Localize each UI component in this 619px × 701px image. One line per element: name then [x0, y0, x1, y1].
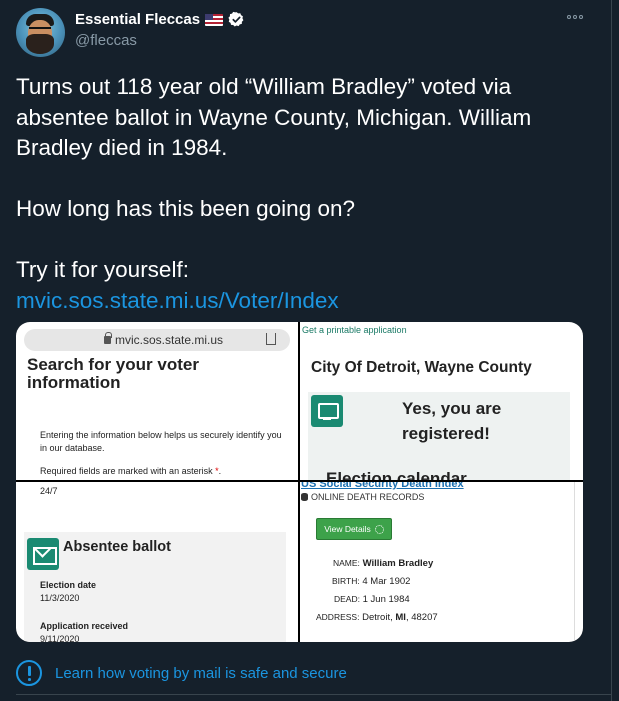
spinner-icon	[374, 524, 384, 534]
record-address-state: MI	[395, 612, 406, 623]
record-address-city: Detroit,	[362, 612, 393, 623]
media-image-absentee[interactable]: 24/7 Absentee ballot Election date 11/3/…	[16, 482, 298, 642]
record-name-label: NAME:	[333, 558, 360, 568]
absentee-ballot-title: Absentee ballot	[63, 539, 171, 555]
voter-search-title: Search for your voter information	[27, 355, 199, 392]
more-dot	[573, 15, 577, 19]
media-image-death-index[interactable]: US Social Security Death Index ONLINE DE…	[300, 482, 583, 642]
voting-info-link[interactable]: Learn how voting by mail is safe and sec…	[55, 665, 347, 682]
more-dot	[567, 15, 571, 19]
death-index-subheader-row: ONLINE DEATH RECORDS	[301, 492, 424, 502]
media-image-voter-search[interactable]: mvic.sos.state.mi.us Search for your vot…	[16, 322, 298, 480]
more-options-icon[interactable]	[564, 8, 586, 26]
tweet: Essential Fleccas @fleccas Turns out 118…	[0, 0, 619, 701]
absentee-ballot-card: Absentee ballot Election date 11/3/2020 …	[24, 532, 286, 642]
tweet-link[interactable]: mvic.sos.state.mi.us/Voter/Index	[16, 286, 339, 316]
view-details-button: View Details	[316, 518, 392, 540]
more-dot	[579, 15, 583, 19]
view-details-label: View Details	[324, 524, 371, 534]
lock-icon	[104, 332, 112, 344]
voter-search-paragraph: Entering the information below helps us …	[40, 430, 282, 453]
divider	[16, 694, 611, 695]
author-handle[interactable]: @fleccas	[75, 32, 137, 49]
election-calendar-heading: Election calendar	[326, 469, 467, 480]
record-dead-label: DEAD:	[334, 594, 360, 604]
tweet-text: Turns out 118 year old “William Bradley”…	[16, 74, 532, 282]
monitor-icon	[311, 395, 343, 427]
record-address: ADDRESS: Detroit, MI, 48207	[316, 612, 438, 623]
share-icon	[266, 333, 276, 345]
record-name-value: William Bradley	[362, 558, 434, 569]
application-received-label: Application received	[40, 621, 129, 631]
author-avatar[interactable]	[16, 8, 65, 57]
city-county-heading: City Of Detroit, Wayne County	[311, 359, 532, 376]
record-address-label: ADDRESS:	[316, 612, 360, 622]
author-name-row[interactable]: Essential Fleccas	[75, 11, 245, 28]
printable-application-link: Get a printable application	[302, 325, 407, 335]
database-icon	[301, 493, 308, 501]
us-flag-icon	[205, 13, 224, 26]
timeline-border	[611, 0, 612, 701]
record-dead-value: 1 Jun 1984	[362, 594, 410, 605]
death-index-subheader: ONLINE DEATH RECORDS	[311, 492, 425, 502]
author-display-name[interactable]: Essential Fleccas	[75, 11, 200, 28]
death-index-header: US Social Security Death Index	[301, 482, 464, 490]
record-birth: BIRTH: 4 Mar 1902	[332, 576, 410, 587]
mail-icon	[27, 538, 59, 570]
required-fields-note: Required fields are marked with an aster…	[40, 466, 221, 476]
registration-status: Yes, you are registered!	[402, 399, 502, 443]
record-birth-value: 4 Mar 1902	[362, 576, 411, 587]
avatar-beard	[26, 34, 54, 54]
voting-info-notice[interactable]: Learn how voting by mail is safe and sec…	[16, 660, 347, 686]
media-image-registration[interactable]: Get a printable application City Of Detr…	[300, 322, 583, 480]
avatar-glasses	[29, 27, 51, 32]
verified-badge-icon	[228, 11, 244, 27]
media-grid[interactable]: mvic.sos.state.mi.us Search for your vot…	[16, 322, 583, 642]
election-date-label: Election date	[40, 580, 97, 590]
required-fields-text: Required fields are marked with an aster…	[40, 466, 213, 476]
record-address-zip: , 48207	[405, 612, 438, 623]
record-name: NAME: William Bradley	[333, 558, 433, 569]
browser-url-bar: mvic.sos.state.mi.us	[24, 329, 290, 351]
registration-status-box: Yes, you are registered! Election calend…	[308, 392, 570, 480]
browser-url: mvic.sos.state.mi.us	[104, 332, 224, 347]
hours-text: 24/7	[40, 486, 58, 496]
application-received-value: 9/11/2020	[40, 634, 80, 642]
election-date-value: 11/3/2020	[40, 593, 80, 603]
info-icon	[16, 660, 42, 686]
period: .	[218, 466, 222, 476]
record-dead: DEAD: 1 Jun 1984	[334, 594, 410, 605]
browser-url-text: mvic.sos.state.mi.us	[115, 333, 224, 347]
record-birth-label: BIRTH:	[332, 576, 360, 586]
